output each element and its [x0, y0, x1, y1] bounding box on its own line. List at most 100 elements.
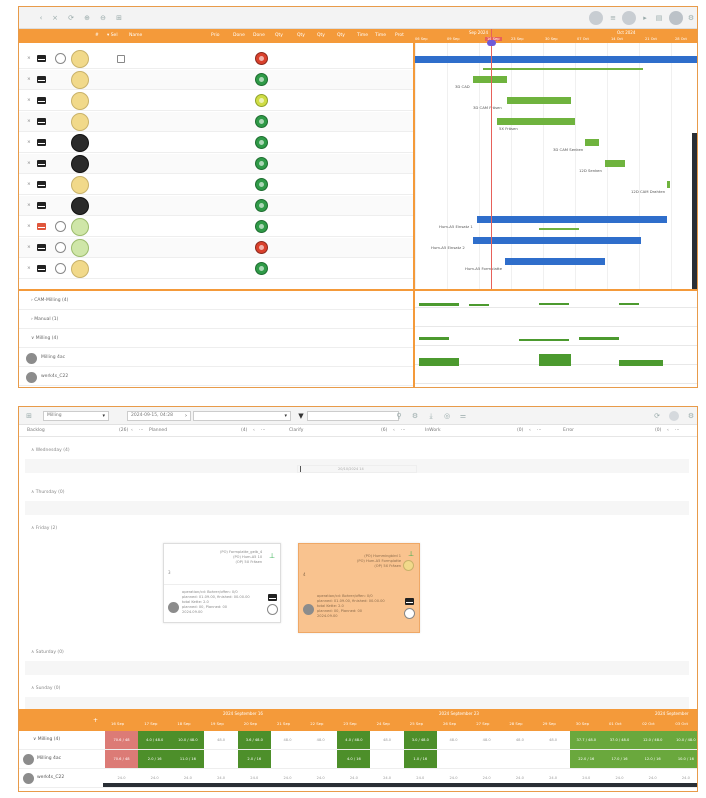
expand-icon[interactable]: × — [27, 119, 31, 124]
more-icon[interactable]: ⋯ — [401, 428, 406, 433]
status-light-icon[interactable] — [255, 199, 268, 212]
gantt-bar[interactable] — [667, 181, 670, 188]
table-row[interactable]: × — [19, 154, 413, 174]
filter-input[interactable]: ▾ — [193, 411, 291, 421]
capacity-cell[interactable]: 12.0 / 48.0 — [636, 731, 670, 749]
user-avatar-icon[interactable] — [669, 11, 683, 25]
expand-icon[interactable]: × — [27, 161, 31, 166]
mini-card[interactable]: 20/10/2024 14 — [297, 465, 417, 473]
status-light-icon[interactable] — [255, 94, 268, 107]
capacity-cell[interactable]: 10.0 / 48.0 — [669, 731, 697, 749]
expand-icon[interactable]: × — [27, 182, 31, 187]
expand-icon[interactable]: × — [27, 266, 31, 271]
capacity-cell[interactable]: 48.0 — [537, 731, 570, 749]
resource-row[interactable]: ∨ Milling (4) — [19, 331, 413, 348]
close-icon[interactable]: × — [51, 14, 59, 22]
gantt-bar[interactable] — [415, 56, 697, 63]
gear-icon[interactable]: ⚙ — [687, 412, 695, 420]
play-icon[interactable]: ▸ — [641, 14, 649, 22]
splitter-vertical[interactable] — [413, 29, 415, 387]
resource-group-label[interactable]: › Manual (1) — [31, 317, 58, 322]
capacity-row-label[interactable]: ∨ Milling (4) — [33, 737, 60, 742]
expand-icon[interactable]: × — [27, 245, 31, 250]
resource-label[interactable]: Milling 4ac — [41, 355, 65, 360]
settings-icon[interactable]: ⚙ — [411, 412, 419, 420]
reload-icon[interactable]: ⟳ — [653, 412, 661, 420]
day-group[interactable]: ∧ Friday (2) — [25, 523, 689, 535]
gantt-bar[interactable] — [483, 68, 643, 70]
expand-icon[interactable]: × — [27, 203, 31, 208]
capacity-cell[interactable]: 48.0 — [271, 731, 304, 749]
gantt-bar[interactable] — [605, 160, 625, 167]
resource-group-label[interactable]: ∨ Milling (4) — [31, 336, 58, 341]
capacity-cell[interactable] — [503, 750, 536, 768]
gantt-bar[interactable] — [585, 139, 599, 146]
col-name[interactable]: Name — [129, 33, 142, 38]
info-round-icon[interactable] — [622, 11, 636, 25]
status-light-icon[interactable] — [255, 262, 268, 275]
gantt-bar[interactable] — [505, 258, 605, 265]
chevron-left-icon[interactable]: ‹ — [529, 428, 531, 433]
mail-icon[interactable] — [37, 223, 46, 230]
mail-icon[interactable] — [37, 55, 46, 62]
expand-icon[interactable]: × — [27, 98, 31, 103]
capacity-cell[interactable]: 4.0 / 48.0 — [337, 731, 371, 749]
day-label[interactable]: ∧ Wednesday (4) — [31, 448, 70, 453]
mail-icon[interactable] — [37, 244, 46, 251]
capacity-cell[interactable] — [271, 750, 304, 768]
resource-group-label[interactable]: › CAM-Milling (4) — [31, 298, 68, 303]
day-group[interactable]: ∧ Thursday (0) — [25, 487, 689, 499]
target-icon[interactable]: ◎ — [443, 412, 451, 420]
capacity-cell[interactable]: 2.0 / 16 — [237, 750, 271, 768]
capacity-cell[interactable]: 12.0 / 16 — [636, 750, 670, 768]
capacity-cell[interactable]: 70.6 / 48 — [105, 750, 138, 768]
table-row[interactable]: × — [19, 112, 413, 132]
status-circle-icon[interactable] — [404, 608, 415, 619]
select-circle-icon[interactable] — [55, 242, 66, 253]
today-marker-handle[interactable] — [487, 40, 496, 46]
table-row[interactable]: × — [19, 259, 413, 279]
list-icon[interactable]: ≡ — [609, 14, 617, 22]
col-done[interactable]: Done — [233, 33, 245, 38]
status-circle-icon[interactable] — [267, 604, 278, 615]
zoom-out-icon[interactable]: ⊖ — [99, 14, 107, 22]
gantt-bar[interactable] — [539, 228, 579, 230]
chevron-left-icon[interactable]: ‹ — [393, 428, 395, 433]
mail-icon[interactable] — [37, 76, 46, 83]
select-circle-icon[interactable] — [55, 263, 66, 274]
col-qty2[interactable]: Qty — [297, 33, 305, 38]
capacity-row-label[interactable]: werk4s_C22 — [37, 775, 64, 780]
capacity-cell[interactable] — [304, 750, 337, 768]
capacity-cell[interactable]: 48.0 — [205, 731, 238, 749]
resource-row[interactable]: › CAM-Milling (4) — [19, 293, 413, 310]
capacity-cell[interactable]: 4.0 / 16 — [337, 750, 371, 768]
status-light-icon[interactable] — [255, 115, 268, 128]
capacity-cell[interactable]: 3.0 / 48.0 — [403, 731, 437, 749]
gantt-bar[interactable] — [497, 118, 575, 125]
back-icon[interactable]: ‹ — [37, 14, 45, 22]
day-group[interactable]: ∧ Sunday (0) — [25, 683, 689, 695]
refresh-icon[interactable]: ⟳ — [67, 14, 75, 22]
col-qty4[interactable]: Qty — [337, 33, 345, 38]
mail-icon[interactable] — [37, 139, 46, 146]
status-light-icon[interactable] — [255, 220, 268, 233]
column-title[interactable]: Backlog — [27, 428, 45, 433]
capacity-cell[interactable]: 10.0 / 16 — [669, 750, 697, 768]
capacity-row[interactable]: ∨ Milling (4) 70.6 / 48 4.0 / 48.0 10.0 / 4… — [19, 731, 697, 750]
status-light-icon[interactable] — [255, 157, 268, 170]
gantt-bar[interactable] — [507, 97, 571, 104]
col-prio[interactable]: Prio — [211, 33, 220, 38]
status-light-icon[interactable] — [255, 52, 268, 65]
gantt-area[interactable] — [415, 43, 697, 289]
mail-icon[interactable] — [37, 202, 46, 209]
day-group[interactable]: ∧ Wednesday (4) — [25, 445, 689, 457]
column-title[interactable]: InWork — [425, 428, 441, 433]
mail-icon[interactable] — [37, 160, 46, 167]
day-label[interactable]: ∧ Friday (2) — [31, 526, 57, 531]
capacity-cell[interactable] — [470, 750, 503, 768]
job-card-clarify[interactable]: (PO) Hummingbird 1 (PO) Hum-A5 Formplatte… — [298, 543, 420, 633]
capacity-cell[interactable]: 1.0 / 16 — [403, 750, 437, 768]
col-qty3[interactable]: Qty — [317, 33, 325, 38]
splitter-horizontal[interactable] — [19, 289, 697, 291]
capacity-cell[interactable]: 4.0 / 48.0 — [138, 731, 172, 749]
